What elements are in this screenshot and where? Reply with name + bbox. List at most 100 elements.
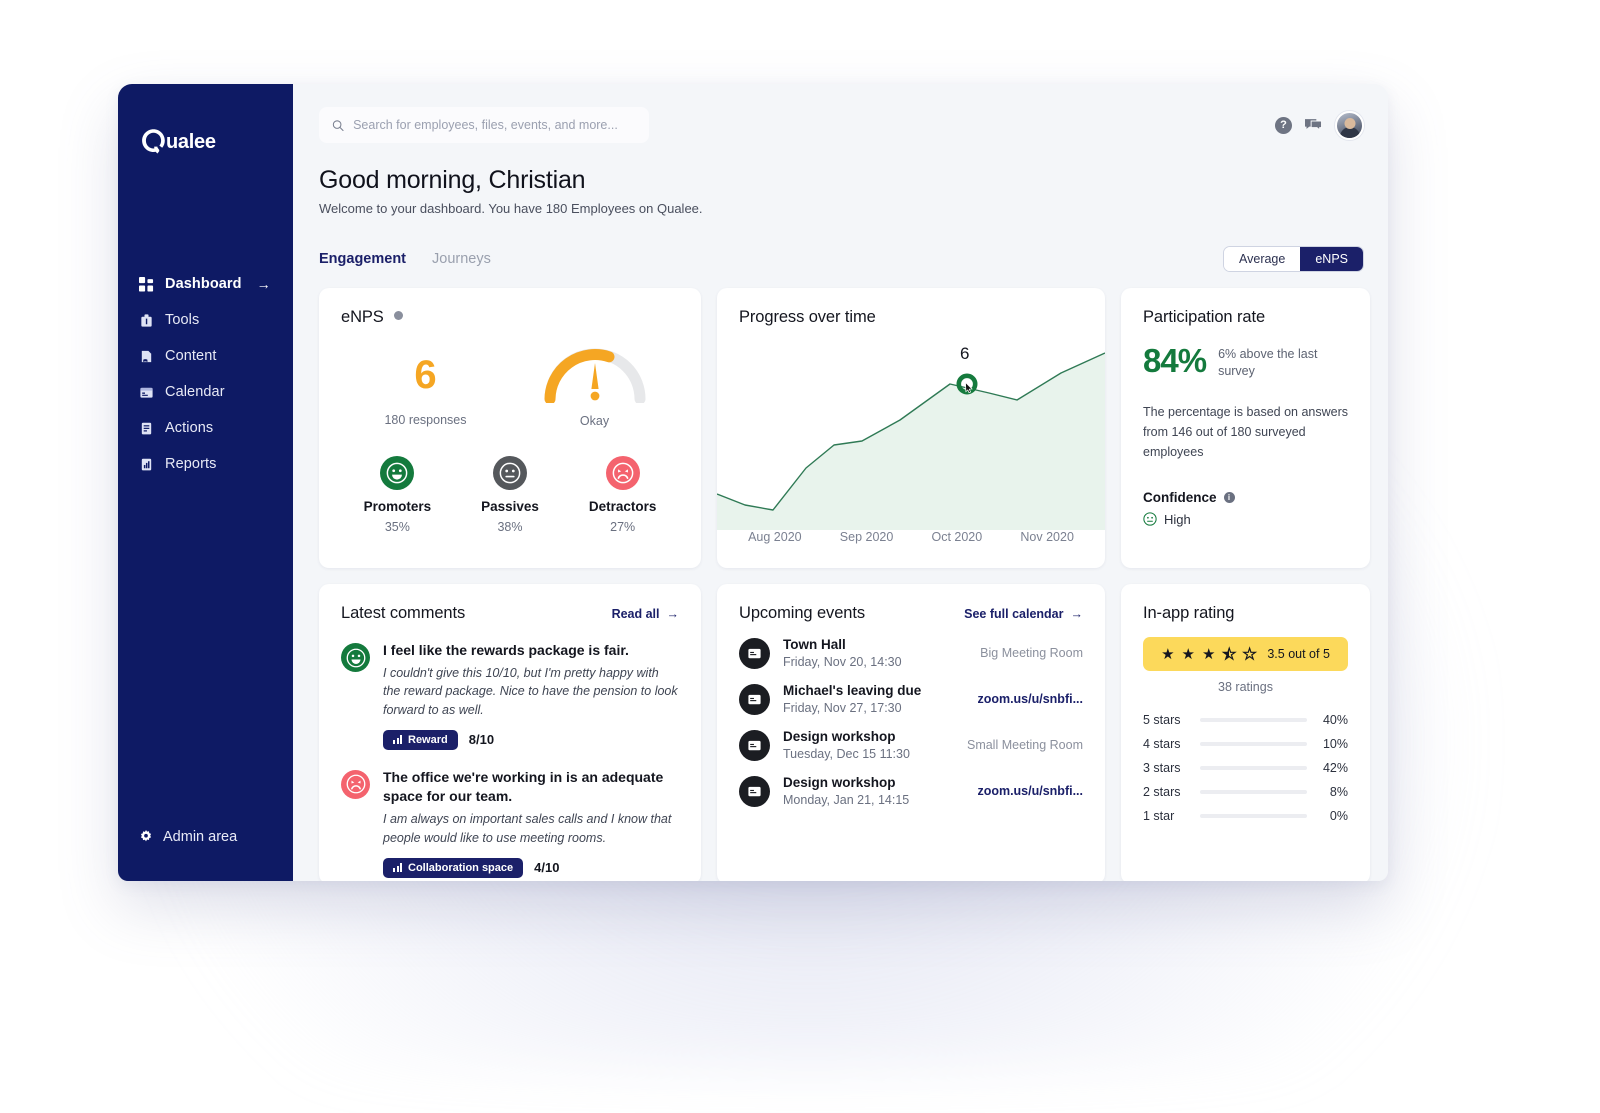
event-card-icon [739,683,770,715]
page-title: Good morning, Christian [319,166,586,194]
main-content: ? Good morning, Christian Welcome to you… [293,84,1388,881]
sidebar-item-content[interactable]: Content [118,338,293,374]
rating-row-label: 1 star [1143,809,1175,823]
sidebar-item-dashboard[interactable]: Dashboard → [118,266,293,302]
participation-description: The percentage is based on answers from … [1143,404,1348,459]
toggle-average[interactable]: Average [1224,247,1301,271]
progress-line-chart [717,352,1105,530]
star-icon-half: ★ [1222,646,1237,662]
comments-card-title: Latest comments [341,604,466,622]
event-row[interactable]: Town Hall Friday, Nov 20, 14:30 Big Meet… [739,637,1083,669]
tab-engagement[interactable]: Engagement [319,251,406,267]
rating-track [1200,790,1307,794]
sidebar-item-label: Dashboard [165,276,242,292]
badge-label: Collaboration space [408,861,514,874]
enps-responses: 180 responses [384,413,467,427]
gauge-icon [544,348,645,405]
event-row[interactable]: Design workshop Monday, Jan 21, 14:15 zo… [739,775,1083,807]
event-row[interactable]: Design workshop Tuesday, Dec 15 11:30 Sm… [739,729,1083,761]
comment-item: The office we're working in is an adequa… [341,768,679,878]
reports-icon [141,458,152,470]
info-icon[interactable]: i [1223,491,1235,503]
info-icon[interactable] [394,311,404,320]
calendar-icon [140,387,153,398]
chart-highlight-point[interactable] [955,372,979,401]
event-card-icon [739,637,770,669]
help-icon[interactable]: ? [1275,116,1292,134]
event-date: Friday, Nov 27, 17:30 [783,701,902,715]
event-row[interactable]: Michael's leaving due Friday, Nov 27, 17… [739,683,1083,715]
rating-row-pct: 40% [1322,713,1348,727]
confidence-label: Confidence [1143,489,1217,505]
event-date: Friday, Nov 20, 14:30 [783,655,902,669]
rating-row-label: 5 stars [1143,713,1181,727]
event-location: Small Meeting Room [966,738,1083,752]
rating-stars-bar: ★ ★ ★ ★ ★ 3.5 out of 5 [1143,637,1348,671]
topbar: ? [319,106,1364,144]
read-all-link[interactable]: Read all → [612,607,679,621]
confidence-value-row: High [1143,512,1348,527]
tab-journeys[interactable]: Journeys [432,251,491,267]
event-location-link[interactable]: zoom.us/u/snbfi... [977,784,1083,798]
sidebar: ualee Dashboard → Tools Content Calendar… [118,84,293,881]
badge-label: Reward [408,733,448,746]
search-input[interactable] [353,118,636,132]
rating-row: 2 stars 8% [1143,780,1348,804]
comment-score: 4/10 [534,860,560,876]
confidence-label-row: Confidence i [1143,490,1348,505]
tabs-row: Engagement Journeys Average eNPS [319,244,1364,274]
rating-row-pct: 0% [1329,809,1348,823]
search-box[interactable] [319,107,649,143]
avatar[interactable] [1335,110,1364,140]
chat-bubble-icon[interactable] [1304,117,1323,134]
events-card-title: Upcoming events [739,604,865,622]
dashboard-grid: eNPS 6 180 responses Okay Promoters 35% … [319,288,1370,881]
event-location-link[interactable]: zoom.us/u/snbfi... [977,692,1083,706]
grid-icon [139,276,154,292]
event-name: Town Hall [783,637,846,652]
search-icon [332,119,344,131]
x-tick-label: Aug 2020 [748,530,802,544]
page-subtitle: Welcome to your dashboard. You have 180 … [319,201,703,216]
topbar-actions: ? [1275,110,1364,140]
event-card-icon [739,729,770,761]
toggle-enps[interactable]: eNPS [1300,247,1363,271]
enps-summary: 6 180 responses Okay [341,341,679,428]
sidebar-item-admin-area[interactable]: Admin area [139,829,237,845]
star-icon-empty: ★ [1242,645,1257,663]
sad-face-icon [605,456,640,490]
x-tick-label: Nov 2020 [1020,530,1074,544]
sidebar-item-label: Content [165,348,217,364]
event-name: Design workshop [783,729,896,744]
segment-pct: 38% [497,520,523,534]
in-app-rating-card: In-app rating ★ ★ ★ ★ ★ 3.5 out of 5 38 … [1121,584,1370,881]
comment-meta: Collaboration space 4/10 [383,857,679,878]
rating-summary: 3.5 out of 5 [1267,647,1330,661]
comment-category-badge[interactable]: Collaboration space [383,857,524,878]
progress-chart-card: Progress over time 6 Aug 2020 Sep 2020 O… [717,288,1105,568]
comment-body: I feel like the rewards package is fair.… [383,641,679,750]
event-main: Town Hall Friday, Nov 20, 14:30 [783,637,967,669]
sad-face-icon [341,769,370,799]
comment-title: I feel like the rewards package is fair. [383,642,629,658]
comment-item: I feel like the rewards package is fair.… [341,641,679,750]
event-name: Design workshop [783,775,896,790]
arrow-right-icon: → [666,606,680,621]
sidebar-item-calendar[interactable]: Calendar [118,374,293,410]
comment-category-badge[interactable]: Reward [383,729,458,750]
see-full-calendar-link[interactable]: See full calendar → [964,607,1083,621]
participation-card-title: Participation rate [1143,308,1266,326]
sidebar-item-tools[interactable]: Tools [118,302,293,338]
star-icon-full: ★ [1161,645,1175,663]
sidebar-item-reports[interactable]: Reports [118,446,293,482]
event-name: Michael's leaving due [783,683,922,698]
participation-card: Participation rate 84% 6% above the last… [1121,288,1370,568]
event-main: Design workshop Monday, Jan 21, 14:15 [783,775,964,807]
event-location: Big Meeting Room [980,646,1083,660]
event-card-icon [739,775,770,807]
enps-segment-passives: Passives 38% [454,456,567,534]
qualee-logo[interactable]: ualee [138,120,293,166]
sidebar-item-actions[interactable]: Actions [118,410,293,446]
bar-chart-icon [393,863,402,873]
rating-row: 4 stars 10% [1143,732,1348,756]
